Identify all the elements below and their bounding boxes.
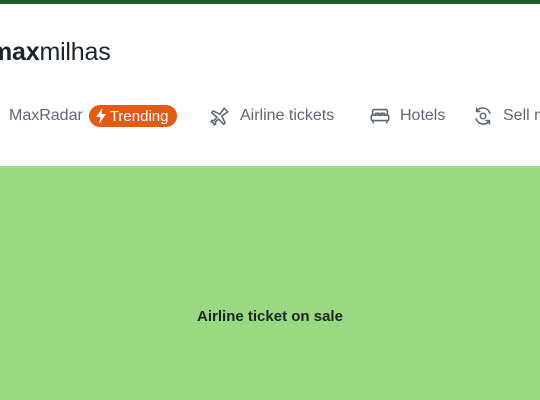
top-color-strip — [0, 0, 540, 4]
logo-prefix: m — [0, 38, 13, 66]
nav-label-hotels: Hotels — [400, 107, 446, 124]
nav-label-maxradar: MaxRadar — [9, 107, 83, 124]
airplane-icon — [209, 105, 231, 127]
trending-badge-label: Trending — [109, 107, 169, 125]
logo-bold-part: ax — [12, 38, 40, 66]
maxmilhas-logo[interactable]: maxmilhas — [0, 36, 111, 68]
bed-icon — [369, 105, 391, 127]
nav-item-hotels[interactable]: Hotels — [369, 100, 445, 132]
nav-item-maxradar[interactable]: MaxRadar Trending — [9, 100, 178, 132]
main-navigation: MaxRadar Trending Airline tickets Hotels — [0, 100, 540, 132]
banner-title: Airline ticket on sale — [197, 307, 343, 325]
promo-banner[interactable]: Airline ticket on sale — [0, 166, 540, 400]
refresh-cycle-icon — [472, 105, 494, 127]
trending-badge: Trending — [88, 105, 178, 127]
nav-label-sell-miles: Sell m — [503, 107, 540, 124]
lightning-bolt-icon — [95, 108, 106, 124]
nav-item-sell-miles[interactable]: Sell m — [472, 100, 540, 132]
logo-rest: milhas — [39, 38, 111, 66]
nav-label-airline-tickets: Airline tickets — [240, 107, 335, 124]
nav-item-airline-tickets[interactable]: Airline tickets — [209, 100, 334, 132]
